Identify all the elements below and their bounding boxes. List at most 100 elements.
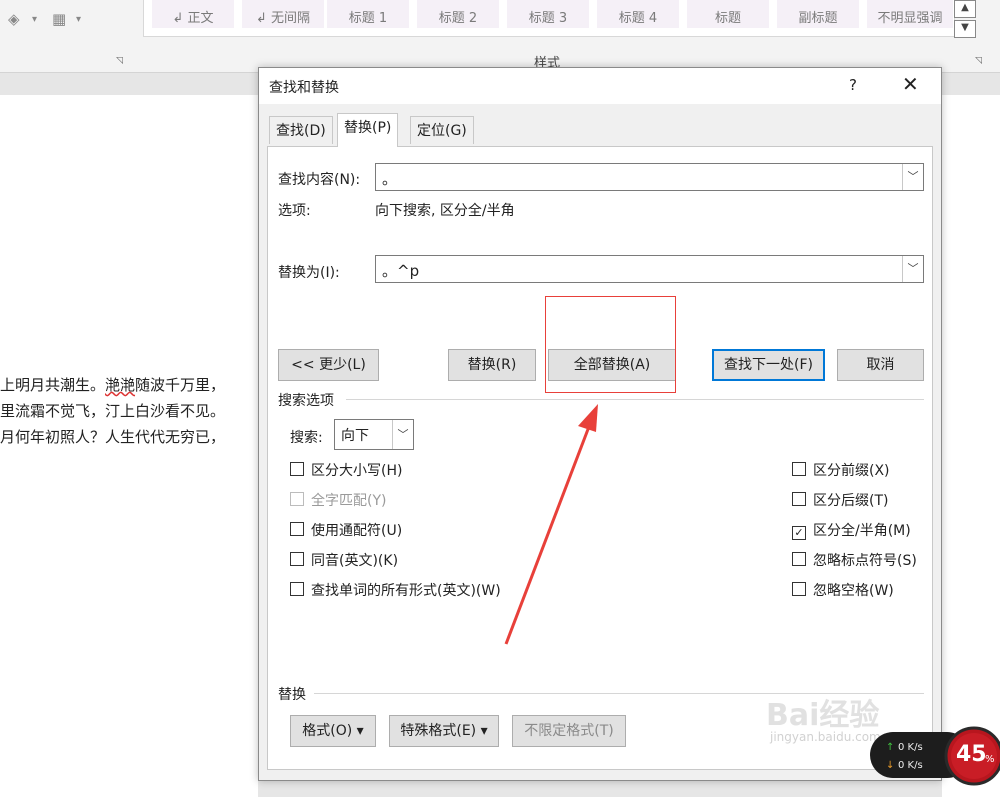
checkbox-ignore-punctuation[interactable]: 忽略标点符号(S): [792, 550, 917, 570]
checkbox-ignore-spaces[interactable]: 忽略空格(W): [792, 580, 894, 600]
replace-panel: 查找内容(N): 。 ﹀ 选项: 向下搜索, 区分全/半角 替换为(I): 。^…: [267, 146, 933, 770]
upload-arrow-icon: ↑: [886, 742, 895, 753]
borders-icon[interactable]: ▦: [52, 10, 66, 28]
search-direction-label: 搜索:: [290, 430, 323, 446]
checkbox-box[interactable]: [290, 552, 304, 566]
style-gallery: ↲ 正文 ↲ 无间隔 标题 1 标题 2 标题 3 标题 4 标题 副标题 不明…: [143, 0, 955, 37]
style-tile[interactable]: ↲ 正文: [152, 0, 234, 28]
shading-icon[interactable]: ◈: [8, 10, 20, 28]
checkbox-label: 区分后缀(T): [813, 493, 889, 509]
tab-goto[interactable]: 定位(G): [410, 116, 474, 144]
checkbox-box[interactable]: [290, 582, 304, 596]
checkbox-label: 忽略标点符号(S): [813, 553, 917, 569]
close-icon[interactable]: ✕: [902, 72, 919, 96]
watermark-url: jingyan.baidu.com: [770, 730, 881, 744]
checkbox-box[interactable]: [792, 462, 806, 476]
format-button[interactable]: 格式(O) ▾: [290, 715, 376, 747]
find-label: 查找内容(N):: [278, 172, 361, 188]
dialog-launcher-icon[interactable]: ◹: [975, 56, 982, 66]
checkbox-match-prefix[interactable]: 区分前缀(X): [792, 460, 890, 480]
replace-value: 。^p: [382, 262, 420, 280]
style-tile[interactable]: 副标题: [777, 0, 859, 28]
search-options-heading: 搜索选项: [278, 393, 334, 409]
style-tile[interactable]: ↲ 无间隔: [242, 0, 324, 28]
less-button[interactable]: << 更少(L): [278, 349, 379, 381]
document-page[interactable]: 上明月共潮生。滟滟随波千万里， 里流霜不觉飞，汀上白沙看不见。 月何年初照人？人…: [0, 95, 258, 797]
replace-input[interactable]: 。^p ﹀: [375, 255, 924, 283]
checkbox-label: 区分全/半角(M): [813, 523, 911, 539]
checkbox-label: 全字匹配(Y): [311, 493, 387, 509]
cancel-button[interactable]: 取消: [837, 349, 924, 381]
checkbox-label: 使用通配符(U): [311, 523, 403, 539]
checkbox-box[interactable]: [792, 492, 806, 506]
checkbox-label: 区分大小写(H): [311, 463, 403, 479]
chevron-down-icon[interactable]: ▾: [32, 14, 37, 25]
document-line: 里流霜不觉飞，汀上白沙看不见。: [0, 402, 226, 420]
chevron-down-icon[interactable]: ﹀: [392, 420, 413, 449]
options-label: 选项:: [278, 203, 311, 219]
help-button[interactable]: ?: [849, 76, 857, 94]
tab-replace[interactable]: 替换(P): [337, 113, 399, 147]
chevron-down-icon[interactable]: ﹀: [902, 164, 923, 190]
chevron-down-icon[interactable]: ﹀: [902, 256, 923, 282]
text-run: 上明月共潮生。: [0, 376, 106, 394]
usage-percent-unit: %: [985, 754, 995, 765]
checkbox-label: 查找单词的所有形式(英文)(W): [311, 583, 501, 599]
find-replace-dialog: 查找和替换 ? ✕ 查找(D) 替换(P) 定位(G) 查找内容(N): 。 ﹀…: [258, 67, 942, 781]
check-icon[interactable]: ✓: [792, 526, 806, 540]
checkbox-match-suffix[interactable]: 区分后缀(T): [792, 490, 888, 510]
style-tile[interactable]: 标题 1: [327, 0, 409, 28]
tab-find[interactable]: 查找(D): [269, 116, 333, 144]
checkbox-whole-word: 全字匹配(Y): [290, 490, 386, 510]
replace-label: 替换为(I):: [278, 265, 340, 281]
checkbox-box[interactable]: [290, 462, 304, 476]
dialog-titlebar[interactable]: 查找和替换 ? ✕: [259, 68, 941, 104]
ribbon-left-tools: ◈ ▾ ▦ ▾: [0, 0, 130, 72]
dialog-title: 查找和替换: [269, 80, 339, 96]
watermark: Bai经验: [766, 698, 880, 733]
chevron-down-icon[interactable]: ▾: [76, 14, 81, 25]
checkbox-label: 同音(英文)(K): [311, 553, 399, 569]
checkbox-box: [290, 492, 304, 506]
gallery-scroll: ▲ ▼: [954, 0, 976, 38]
ribbon: ◈ ▾ ▦ ▾ ◹ ↲ 正文 ↲ 无间隔 标题 1 标题 2 标题 3 标题 4…: [0, 0, 1000, 73]
scroll-up-icon[interactable]: ▲: [954, 0, 976, 18]
style-tile[interactable]: 不明显强调: [867, 0, 953, 28]
checkbox-wildcards[interactable]: 使用通配符(U): [290, 520, 402, 540]
style-tile[interactable]: 标题 4: [597, 0, 679, 28]
style-tile[interactable]: 标题: [687, 0, 769, 28]
find-next-button[interactable]: 查找下一处(F): [712, 349, 825, 381]
checkbox-all-word-forms[interactable]: 查找单词的所有形式(英文)(W): [290, 580, 501, 600]
replace-all-button[interactable]: 全部替换(A): [548, 349, 676, 381]
replace-button[interactable]: 替换(R): [448, 349, 536, 381]
search-direction-select[interactable]: 向下 ﹀: [334, 419, 414, 450]
search-direction-value: 向下: [341, 428, 369, 444]
document-page-right: [942, 95, 1000, 797]
checkbox-box[interactable]: [792, 552, 806, 566]
usage-percent: 45: [956, 742, 987, 767]
checkbox-box[interactable]: [792, 582, 806, 596]
checkbox-box[interactable]: [290, 522, 304, 536]
style-tile[interactable]: 标题 2: [417, 0, 499, 28]
find-value: 。: [382, 170, 398, 188]
document-line: 上明月共潮生。滟滟随波千万里，: [0, 374, 225, 395]
dialog-launcher-icon[interactable]: ◹: [116, 56, 123, 66]
checkbox-label: 区分前缀(X): [813, 463, 890, 479]
replace-section-heading: 替换: [278, 687, 306, 703]
download-speed: 0 K/s: [898, 760, 923, 771]
scroll-down-icon[interactable]: ▼: [954, 20, 976, 38]
download-arrow-icon: ↓: [886, 760, 895, 771]
find-input[interactable]: 。 ﹀: [375, 163, 924, 191]
document-line: 月何年初照人？人生代代无穷已，: [0, 428, 226, 446]
checkbox-full-half-width[interactable]: ✓ 区分全/半角(M): [792, 520, 911, 540]
network-meter: ↑ 0 K/s ↓ 0 K/s 45 %: [870, 724, 1000, 786]
checkbox-match-case[interactable]: 区分大小写(H): [290, 460, 402, 480]
special-format-button[interactable]: 特殊格式(E) ▾: [389, 715, 499, 747]
misspelled-word: 滟滟: [105, 376, 136, 394]
checkbox-sounds-like[interactable]: 同音(英文)(K): [290, 550, 398, 570]
style-tile[interactable]: 标题 3: [507, 0, 589, 28]
divider: [346, 399, 924, 400]
upload-speed: 0 K/s: [898, 742, 923, 753]
text-run: 随波千万里，: [135, 376, 226, 394]
options-value: 向下搜索, 区分全/半角: [375, 203, 515, 219]
